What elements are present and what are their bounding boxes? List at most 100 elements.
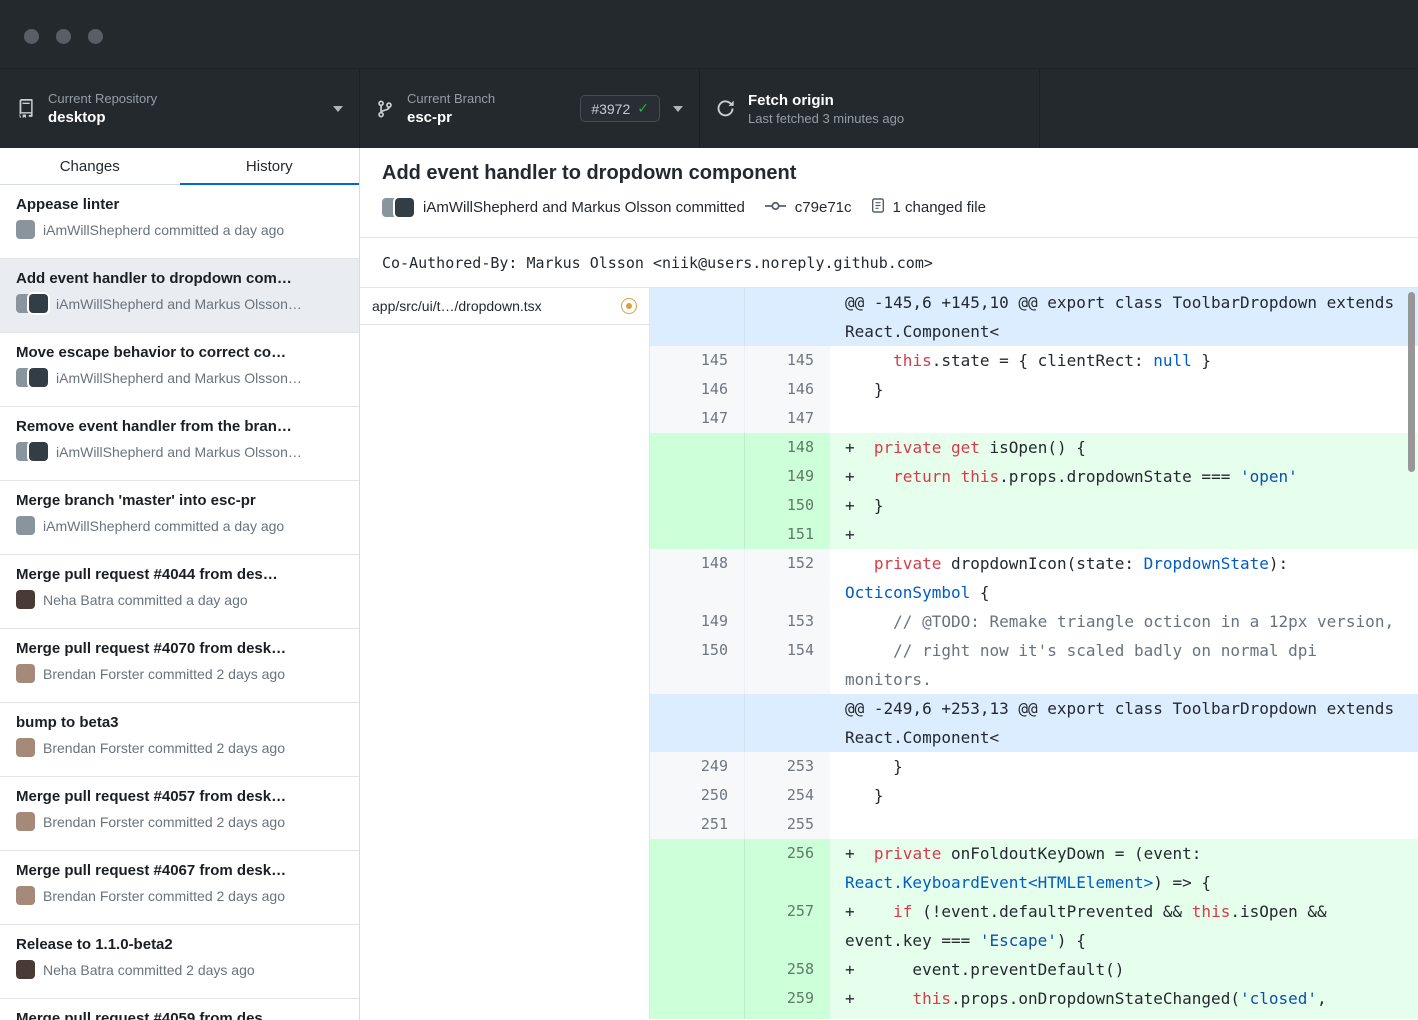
commit-list-item[interactable]: Merge pull request #4070 from desk… Brend… [0,629,359,703]
old-line-number [650,955,745,984]
zoom-button[interactable] [88,29,103,44]
branch-switcher-button[interactable]: Current Branch esc-pr #3972 ✓ [360,69,700,148]
diff-line-row: 150+ } [650,491,1418,520]
diff-line-row: 259+ this.props.onDropdownStateChanged('… [650,984,1418,1019]
diff-line-row: 148+ private get isOpen() { [650,433,1418,462]
commit-item-avatars [16,368,48,387]
commit-list-item[interactable]: Release to 1.1.0-beta2Neha Batra committ… [0,925,359,999]
diff-body: @@ -145,6 +145,10 @@ export class Toolba… [650,288,1418,1019]
old-line-number [650,433,745,462]
code-line: } [830,781,1418,810]
commit-item-meta: iAmWillShepherd committed a day ago [16,516,343,535]
branch-label: Current Branch [407,91,495,107]
sidebar: Changes History Appease linteriAmWillShe… [0,148,360,1020]
commit-item-avatars [16,516,35,535]
code-line: @@ -249,6 +253,13 @@ export class Toolba… [830,694,1418,752]
commit-item-byline: Neha Batra committed a day ago [43,592,248,608]
old-line-number: 251 [650,810,745,839]
new-line-number: 145 [745,346,830,375]
file-diff-icon [870,197,886,218]
chevron-down-icon [673,106,683,112]
commit-item-avatars [16,812,35,831]
diff-line-row: 149153 // @TODO: Remake triangle octicon… [650,607,1418,636]
tab-changes[interactable]: Changes [0,148,180,184]
commit-item-byline: iAmWillShepherd and Markus Olsson… [56,444,302,460]
commit-item-byline: Brendan Forster committed 2 days ago [43,888,285,904]
commit-item-meta: iAmWillShepherd and Markus Olsson… [16,442,343,461]
commit-item-meta: Brendan Forster committed 2 days ago [16,664,343,683]
old-line-number: 146 [650,375,745,404]
old-line-number [650,694,745,752]
commit-item-title: Merge pull request #4057 from desk… [16,788,343,805]
commit-title: Add event handler to dropdown component [382,162,1396,185]
tab-history[interactable]: History [180,148,360,184]
repo-label: Current Repository [48,91,157,107]
toolbar: Current Repository desktop Current Branc… [0,68,1418,148]
commit-list-item[interactable]: Merge branch 'master' into esc-pr iAmWill… [0,481,359,555]
commit-list: Appease linteriAmWillShepherd committed … [0,185,359,1020]
new-line-number: 255 [745,810,830,839]
avatar [16,590,35,609]
changed-files-count: 1 changed file [893,199,986,216]
code-line: @@ -145,6 +145,10 @@ export class Toolba… [830,288,1418,346]
repo-switcher-button[interactable]: Current Repository desktop [0,69,360,148]
new-line-number: 150 [745,491,830,520]
commit-item-byline: Brendan Forster committed 2 days ago [43,740,285,756]
diff-hunk-row: @@ -145,6 +145,10 @@ export class Toolba… [650,288,1418,346]
close-button[interactable] [24,29,39,44]
avatar [29,368,48,387]
window-controls [24,29,103,44]
avatar [16,220,35,239]
commit-item-byline: Brendan Forster committed 2 days ago [43,666,285,682]
commit-list-item[interactable]: Merge pull request #4057 from desk…Brend… [0,777,359,851]
commit-item-title: Merge pull request #4070 from desk… [16,640,343,657]
old-line-number: 148 [650,549,745,607]
old-line-number [650,491,745,520]
commit-item-title: Remove event handler from the bran… [16,418,343,435]
commit-item-avatars [16,886,35,905]
commit-item-meta: iAmWillShepherd and Markus Olsson… [16,294,343,313]
commit-item-title: Move escape behavior to correct co… [16,344,343,361]
branch-name: esc-pr [407,109,495,126]
new-line-number: 253 [745,752,830,781]
commit-list-item[interactable]: Remove event handler from the bran… iAmWi… [0,407,359,481]
commit-item-meta: Brendan Forster committed 2 days ago [16,738,343,757]
commit-list-item[interactable]: bump to beta3Brendan Forster committed 2… [0,703,359,777]
commit-item-byline: iAmWillShepherd committed a day ago [43,518,284,534]
old-line-number: 147 [650,404,745,433]
commit-list-item[interactable]: Merge pull request #4067 from desk…Brend… [0,851,359,925]
commit-item-meta: Neha Batra committed a day ago [16,590,343,609]
check-icon: ✓ [637,100,649,117]
commit-list-item[interactable]: Add event handler to dropdown com…iAmWil… [0,259,359,333]
code-line: + } [830,491,1418,520]
new-line-number: 154 [745,636,830,694]
commit-list-item[interactable]: Merge pull request #4044 from des…Neha B… [0,555,359,629]
fetch-text: Fetch origin Last fetched 3 minutes ago [748,92,904,126]
fetch-subtitle: Last fetched 3 minutes ago [748,111,904,126]
commit-item-avatars [16,960,35,979]
diff-line-row: 250254 } [650,781,1418,810]
commit-item-title: Merge branch 'master' into esc-pr [16,492,343,509]
commit-list-item[interactable]: Move escape behavior to correct co…iAmWi… [0,333,359,407]
new-line-number: 148 [745,433,830,462]
commit-item-meta: Brendan Forster committed 2 days ago [16,886,343,905]
file-list: app/src/ui/t…/dropdown.tsx [360,288,650,1019]
diff-line-row: 151+ [650,520,1418,549]
coauthor-line: Co-Authored-By: Markus Olsson <niik@user… [360,238,1418,288]
sidebar-tabs: Changes History [0,148,359,185]
titlebar [0,0,1418,68]
modified-status-icon [621,298,637,314]
old-line-number [650,839,745,897]
commit-list-item[interactable]: Appease linteriAmWillShepherd committed … [0,185,359,259]
repo-icon [16,98,35,119]
avatar [16,738,35,757]
diff-line-row: 257+ if (!event.defaultPrevented && this… [650,897,1418,955]
minimize-button[interactable] [56,29,71,44]
diff-scrollbar-thumb[interactable] [1408,292,1415,472]
commit-item-avatars [16,738,35,757]
chevron-down-icon [333,106,343,112]
commit-meta-row: iAmWillShepherd and Markus Olsson commit… [382,197,1396,218]
fetch-origin-button[interactable]: Fetch origin Last fetched 3 minutes ago [700,69,1040,148]
commit-list-item[interactable]: Merge pull request #4059 from des… [0,999,359,1020]
file-list-item[interactable]: app/src/ui/t…/dropdown.tsx [360,288,649,325]
